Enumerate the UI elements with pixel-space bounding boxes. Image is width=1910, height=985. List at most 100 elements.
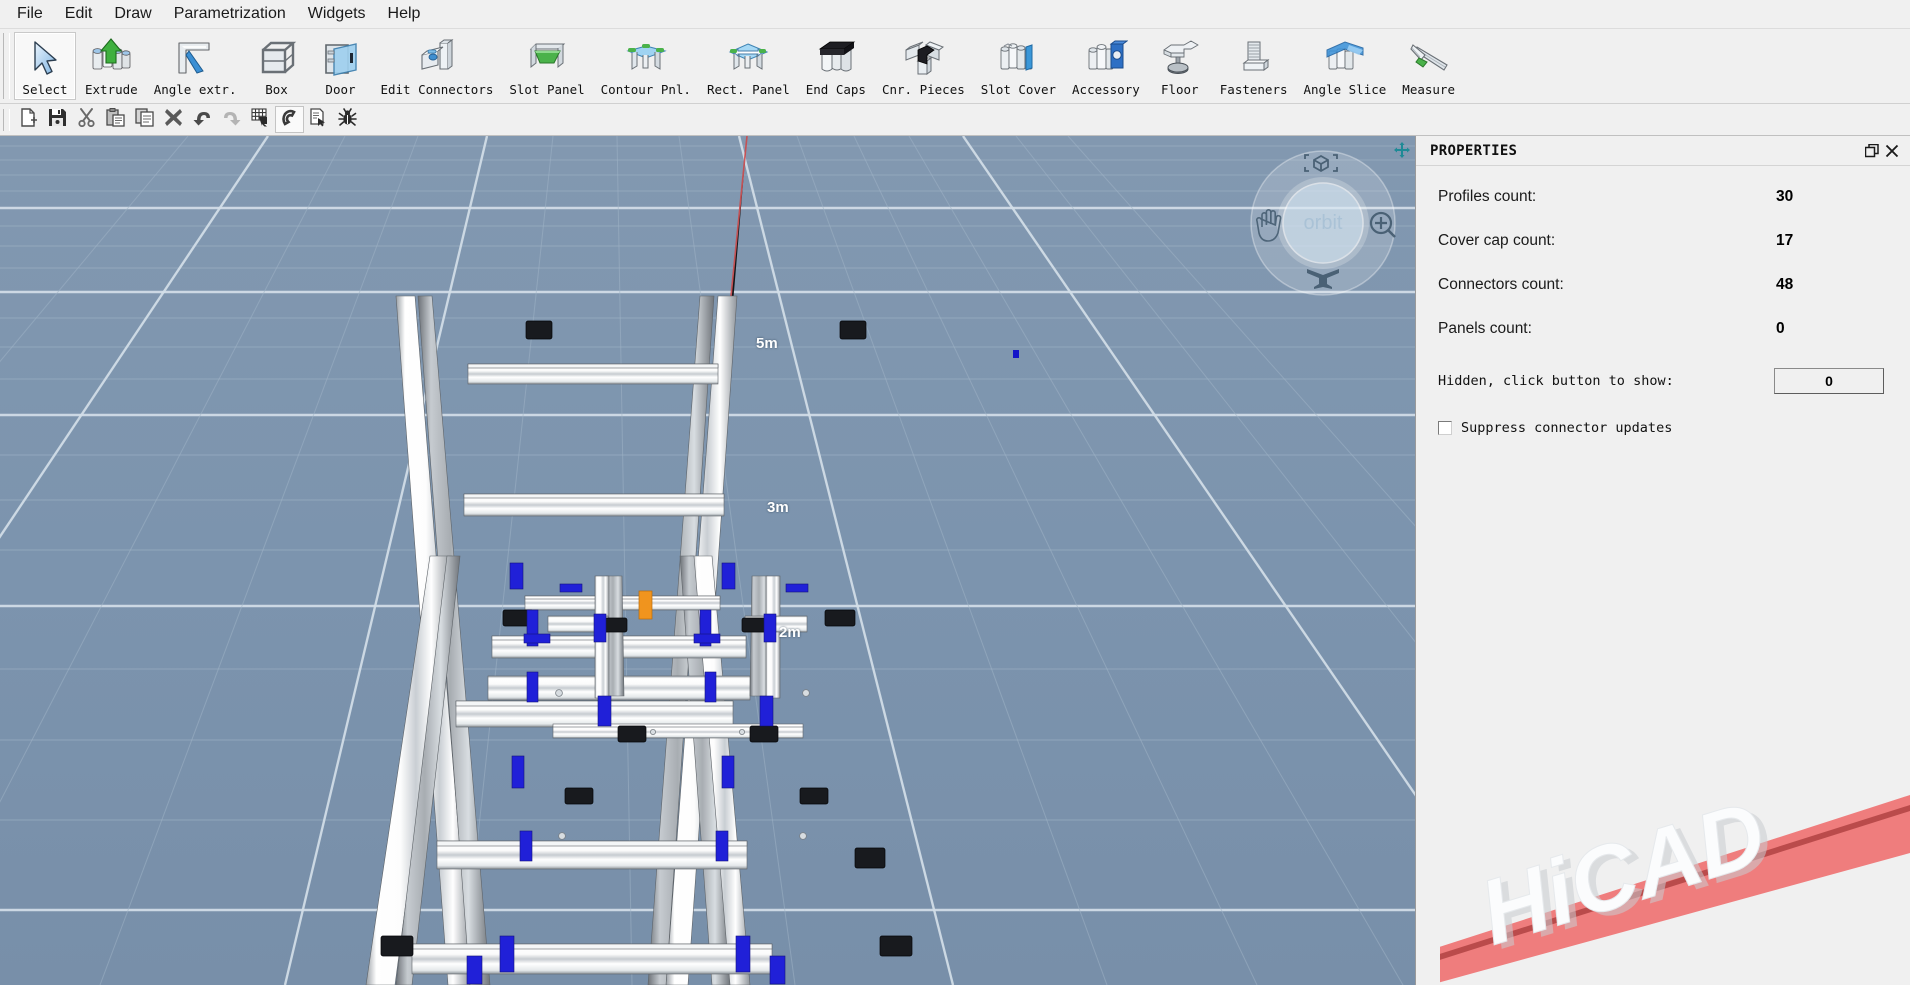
delete-x-icon — [164, 108, 183, 132]
connectors-count-label: Connectors count: — [1438, 276, 1564, 293]
viewport-marker-point — [1013, 350, 1019, 358]
cover-cap-count-label: Cover cap count: — [1438, 232, 1556, 249]
save-button[interactable] — [43, 106, 72, 133]
tool-contour-panel-label: Contour Pnl. — [600, 82, 691, 97]
connectors-count-value: 48 — [1776, 276, 1794, 293]
new-document-button[interactable] — [14, 106, 43, 133]
navigation-gizmo[interactable]: orbit — [1243, 141, 1403, 301]
property-row-profiles-count: Profiles count: 30 — [1438, 188, 1884, 206]
tool-end-caps[interactable]: End Caps — [799, 32, 873, 100]
tool-measure[interactable]: Measure — [1395, 32, 1462, 100]
object-snap-button[interactable] — [275, 106, 304, 133]
property-row-hidden: Hidden, click button to show: 0 — [1438, 368, 1884, 394]
tool-accessory-label: Accessory — [1072, 82, 1140, 97]
gizmo-orbit-label: orbit — [1304, 212, 1343, 234]
cover-cap-count-value: 17 — [1776, 232, 1794, 249]
property-row-panels-count: Panels count: 0 — [1438, 320, 1884, 338]
close-icon[interactable] — [1882, 141, 1902, 161]
tool-floor-label: Floor — [1160, 82, 1199, 97]
suppress-connector-updates-checkbox[interactable] — [1438, 421, 1452, 435]
tool-angle-slice[interactable]: Angle Slice — [1297, 32, 1394, 100]
application-window: File Edit Draw Parametrization Widgets H… — [0, 0, 1910, 985]
tool-select[interactable]: Select — [14, 32, 76, 100]
connector-edit-icon — [413, 35, 461, 81]
screw-bolt-icon — [1230, 35, 1278, 81]
page-title: PROPERTIES — [1430, 142, 1518, 159]
tool-extrude-label: Extrude — [85, 82, 138, 97]
tool-fasteners[interactable]: Fasteners — [1213, 32, 1295, 100]
tool-slot-panel-label: Slot Panel — [509, 82, 585, 97]
magnet-snap-icon — [280, 108, 299, 132]
door-icon — [316, 35, 364, 81]
tool-fasteners-label: Fasteners — [1219, 82, 1288, 97]
copy-icon — [135, 107, 154, 132]
suppress-connector-updates-row[interactable]: Suppress connector updates — [1438, 420, 1884, 436]
menu-item-edit[interactable]: Edit — [54, 2, 104, 26]
standard-toolbar — [0, 104, 1910, 136]
tool-door-label: Door — [325, 82, 356, 97]
menu-item-parametrization[interactable]: Parametrization — [163, 2, 297, 26]
viewport-3d[interactable]: 5m 3m 2m 4m 4m orbit — [0, 136, 1415, 985]
tool-measure-label: Measure — [1402, 82, 1455, 97]
panels-count-value: 0 — [1776, 320, 1785, 337]
parts-list-button[interactable] — [304, 106, 333, 133]
copy-button[interactable] — [130, 106, 159, 133]
cut-button[interactable] — [72, 106, 101, 133]
tool-floor[interactable]: Floor — [1149, 32, 1211, 100]
standard-toolbar-grip[interactable] — [3, 108, 10, 131]
property-row-connectors-count: Connectors count: 48 — [1438, 276, 1884, 294]
tool-edit-connectors[interactable]: Edit Connectors — [373, 32, 500, 100]
tool-angle-extrusion[interactable]: Angle extr. — [147, 32, 244, 100]
tool-box-label: Box — [265, 82, 288, 97]
accessory-icon — [1082, 35, 1130, 81]
corner-piece-icon — [899, 35, 947, 81]
tool-accessory[interactable]: Accessory — [1065, 32, 1147, 100]
tool-slot-panel[interactable]: Slot Panel — [502, 32, 591, 100]
tool-box[interactable]: Box — [245, 32, 307, 100]
extrude-profile-icon — [87, 35, 135, 81]
properties-body: Profiles count: 30 Cover cap count: 17 C… — [1416, 166, 1910, 985]
suppress-connector-updates-label: Suppress connector updates — [1461, 420, 1673, 436]
cursor-arrow-icon — [21, 35, 69, 81]
tool-edit-connectors-label: Edit Connectors — [380, 82, 494, 97]
grid-snap-icon — [251, 107, 270, 132]
undo-button[interactable] — [188, 106, 217, 133]
tool-extrude[interactable]: Extrude — [78, 32, 145, 100]
menu-item-widgets[interactable]: Widgets — [297, 2, 377, 26]
properties-panel: PROPERTIES Profiles count: 30 Cover cap … — [1415, 136, 1910, 985]
hidden-items-label: Hidden, click button to show: — [1438, 373, 1674, 389]
undock-icon[interactable] — [1862, 141, 1882, 161]
delete-button[interactable] — [159, 106, 188, 133]
slot-cover-icon — [994, 35, 1042, 81]
tool-corner-pieces[interactable]: Cnr. Pieces — [875, 32, 972, 100]
tool-end-caps-label: End Caps — [805, 82, 866, 97]
tool-rect-panel[interactable]: Rect. Panel — [700, 32, 797, 100]
redo-arrow-icon — [222, 108, 241, 132]
menu-item-draw[interactable]: Draw — [103, 2, 162, 26]
menu-item-file[interactable]: File — [6, 2, 54, 26]
debug-button[interactable] — [333, 106, 362, 133]
tool-slot-cover-label: Slot Cover — [980, 82, 1057, 97]
tool-select-label: Select — [22, 82, 68, 97]
tool-angle-slice-label: Angle Slice — [1303, 82, 1387, 97]
grid-snap-button[interactable] — [246, 106, 275, 133]
redo-button[interactable] — [217, 106, 246, 133]
box-frame-icon — [252, 35, 300, 81]
measure-caliper-icon — [1405, 35, 1453, 81]
model-3d-frame[interactable] — [0, 136, 1415, 985]
menu-item-help[interactable]: Help — [377, 2, 432, 26]
profiles-count-label: Profiles count: — [1438, 188, 1537, 205]
tool-contour-panel[interactable]: Contour Pnl. — [594, 32, 698, 100]
show-hidden-button[interactable]: 0 — [1774, 368, 1884, 394]
tool-door[interactable]: Door — [309, 32, 371, 100]
rect-panel-icon — [724, 35, 772, 81]
undo-arrow-icon — [193, 108, 212, 132]
properties-panel-title-bar: PROPERTIES — [1416, 136, 1910, 166]
bug-icon — [338, 107, 357, 132]
toolbar-grip[interactable] — [3, 33, 10, 99]
panels-count-label: Panels count: — [1438, 320, 1532, 337]
slot-panel-icon — [523, 35, 571, 81]
save-icon — [48, 108, 67, 132]
tool-slot-cover[interactable]: Slot Cover — [974, 32, 1063, 100]
paste-button[interactable] — [101, 106, 130, 133]
